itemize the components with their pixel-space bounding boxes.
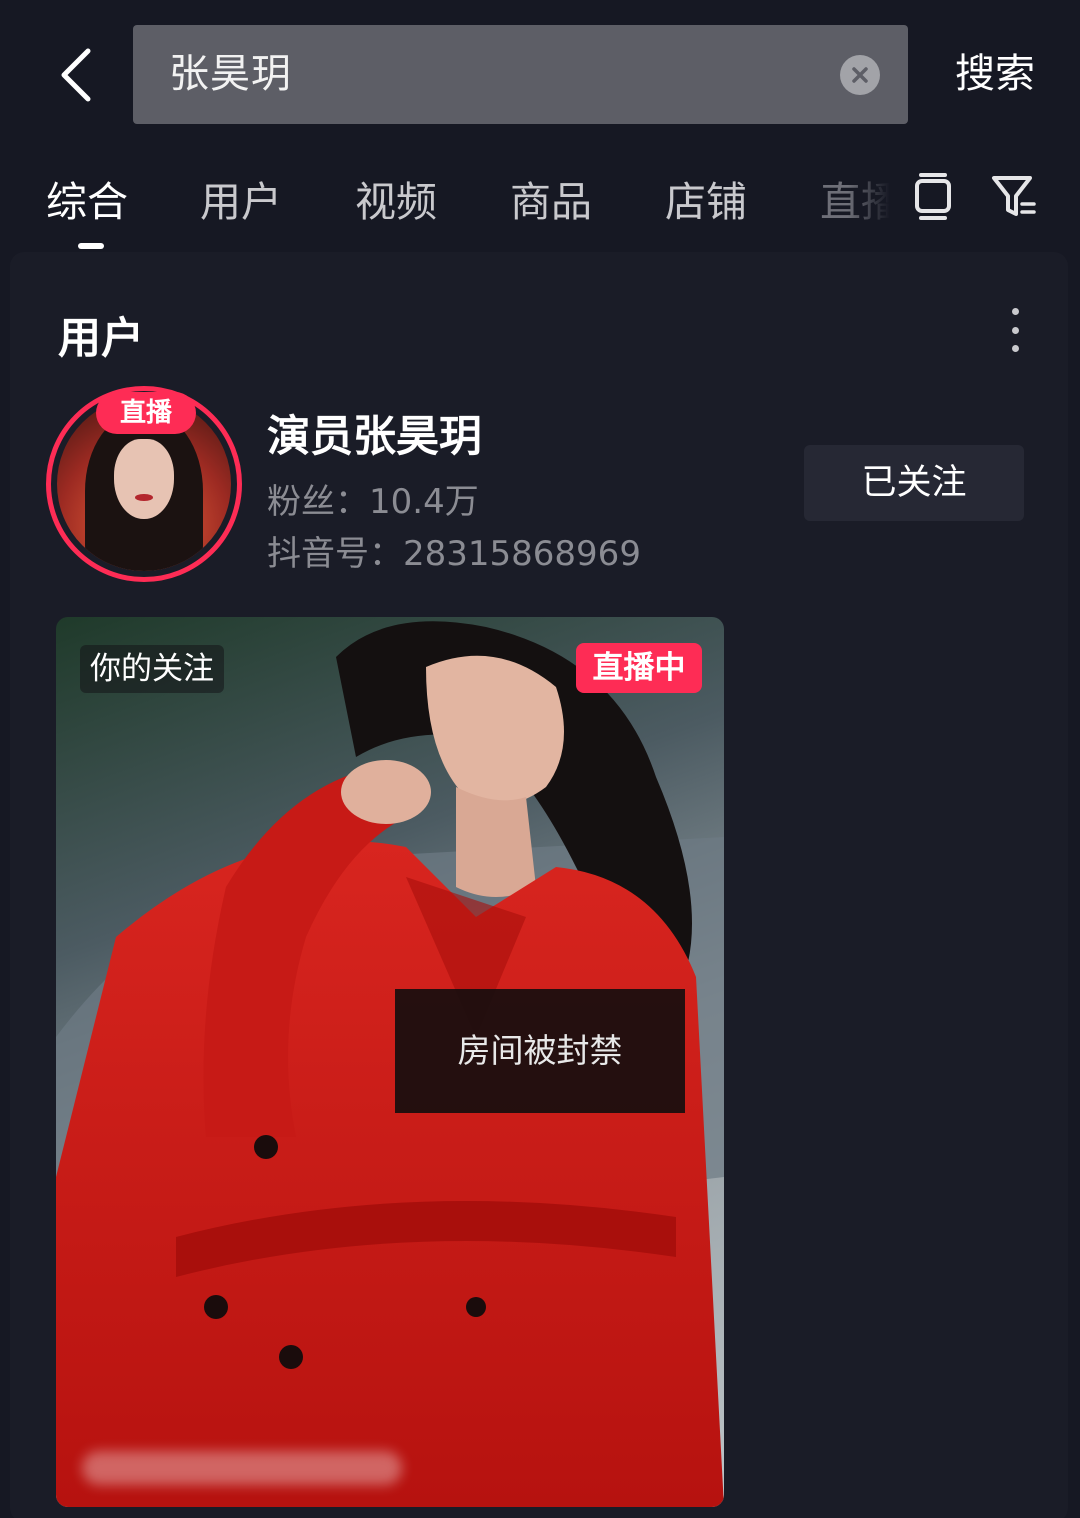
followers-count: 粉丝：10.4万 [267, 474, 479, 523]
clear-icon [852, 67, 868, 83]
tab-users[interactable]: 用户 [200, 168, 282, 228]
douyin-id-label: 抖音号： [267, 534, 403, 574]
more-options-button[interactable] [1000, 308, 1030, 352]
back-arrow-icon [61, 48, 91, 102]
tab-videos[interactable]: 视频 [355, 168, 437, 228]
search-input[interactable]: 张昊玥 [133, 25, 908, 124]
active-tab-indicator [78, 243, 104, 249]
filter-button[interactable] [990, 174, 1038, 224]
search-query-text: 张昊玥 [169, 51, 292, 97]
search-button[interactable]: 搜索 [940, 25, 1050, 124]
section-title: 用户 [58, 314, 144, 364]
avatar-live-badge: 直播 [96, 392, 196, 434]
tablet-icon [915, 173, 951, 220]
back-button[interactable] [46, 40, 106, 110]
blurred-caption [82, 1451, 402, 1485]
search-results-page: 张昊玥 搜索 综合 用户 视频 商品 店铺 直播 用户 直播 演员张昊玥 粉丝：… [0, 0, 1080, 1518]
douyin-id: 抖音号：28315868969 [267, 526, 641, 575]
tablet-mode-button[interactable] [912, 172, 954, 226]
tab-live[interactable]: 直播 [820, 168, 890, 228]
followers-label: 粉丝： [267, 482, 369, 522]
clear-search-button[interactable] [840, 55, 880, 95]
more-vertical-icon [1011, 308, 1019, 315]
live-now-tag: 直播中 [576, 643, 702, 693]
live-room-preview[interactable]: 你的关注 直播中 房间被封禁 [56, 617, 724, 1507]
following-button[interactable]: 已关注 [804, 445, 1024, 521]
tab-products[interactable]: 商品 [510, 168, 592, 228]
user-name[interactable]: 演员张昊玥 [267, 402, 482, 464]
tab-stores[interactable]: 店铺 [665, 168, 747, 228]
following-tag: 你的关注 [80, 645, 224, 693]
result-tabs: 综合 用户 视频 商品 店铺 直播 [0, 150, 1080, 250]
followers-value: 10.4万 [369, 482, 479, 522]
tab-comprehensive[interactable]: 综合 [46, 168, 128, 228]
user-result-card: 用户 直播 演员张昊玥 粉丝：10.4万 抖音号：28315868969 已关注 [10, 252, 1068, 1518]
filter-icon [992, 176, 1036, 216]
room-banned-message: 房间被封禁 [395, 989, 685, 1113]
douyin-id-value: 28315868969 [403, 534, 641, 574]
